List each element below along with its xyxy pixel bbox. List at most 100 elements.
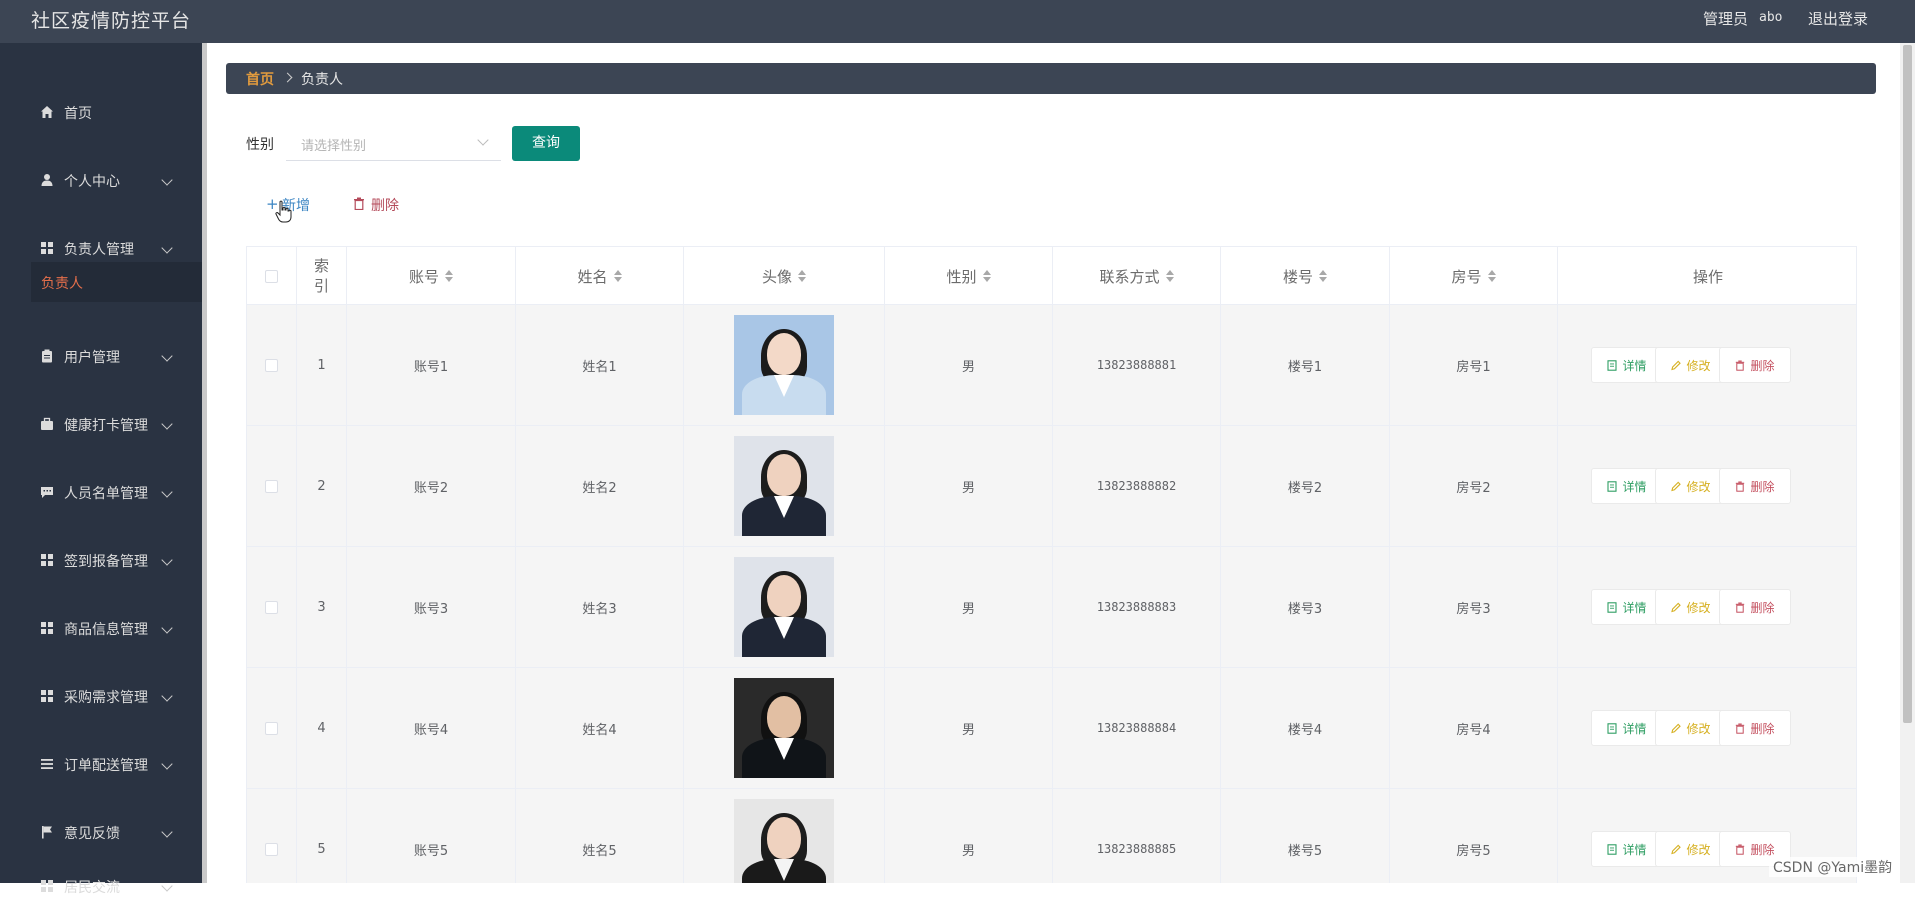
header-name[interactable]: 姓名 [516,247,684,305]
avatar-cell [684,547,885,667]
delete-button[interactable]: 删除 [1719,589,1791,625]
detail-button[interactable]: 详情 [1591,589,1663,625]
row-actions: 详情 修改 删除 [1558,668,1856,788]
edit-button[interactable]: 修改 [1655,468,1727,504]
detail-button[interactable]: 详情 [1591,831,1663,867]
row-checkbox[interactable] [265,600,278,614]
cell-account-text: 账号3 [413,601,449,617]
logout-link[interactable]: 退出登录 [1808,8,1868,29]
home-icon [41,106,53,118]
avatar-part [767,333,801,375]
sidebar-item-label: 居民交流 [64,880,120,896]
header-room[interactable]: 房号 [1390,247,1558,305]
avatar-cell [684,789,885,883]
row-checkbox[interactable] [265,842,278,856]
sidebar-subitem-manager[interactable]: 负责人 [31,262,202,302]
chevron-down-icon [161,350,173,362]
cell-phone-text: 13823888884 [1096,721,1177,735]
row-select-cell [247,547,297,667]
header-phone[interactable]: 联系方式 [1053,247,1221,305]
header-building[interactable]: 楼号 [1221,247,1390,305]
chevron-down-icon [161,418,173,430]
cell-phone-text: 13823888883 [1096,600,1177,614]
header-account[interactable]: 账号 [347,247,516,305]
chevron-down-icon [161,486,173,498]
sidebar-item-community[interactable]: 居民交流 [0,866,202,906]
header-name-label: 姓名 [577,267,608,286]
table-header: 索 引 账号 姓名 头像 性别 联系方式 楼号 房号 操作 [247,246,1856,305]
sort-icon[interactable] [613,270,622,282]
cell-room: 房号1 [1390,305,1558,425]
cell-phone: 13823888885 [1053,789,1221,883]
batch-delete-button[interactable]: 删除 [353,192,413,216]
delete-button[interactable]: 删除 [1719,468,1791,504]
table-row: 3 账号3 姓名3 男 13823888883 楼号3 房号3 详情 修改 删除 [247,547,1856,668]
chevron-down-icon [161,242,173,254]
header-index-line1: 索 [313,257,329,275]
trash-icon [1736,844,1745,855]
sort-icon[interactable] [445,270,453,282]
delete-button[interactable]: 删除 [1719,710,1791,746]
scrollbar-thumb[interactable] [1903,45,1912,723]
edit-button[interactable]: 修改 [1655,710,1727,746]
cell-gender-text: 男 [961,843,975,859]
detail-button[interactable]: 详情 [1591,468,1663,504]
edit-button[interactable]: 修改 [1655,589,1727,625]
header-gender[interactable]: 性别 [885,247,1053,305]
cell-gender: 男 [885,668,1053,788]
sidebar-item-user-admin[interactable]: 用户管理 [0,336,202,376]
sort-icon[interactable] [1165,270,1174,282]
edit-button[interactable]: 修改 [1655,347,1727,383]
sort-icon[interactable] [1487,270,1496,282]
cell-account: 账号2 [347,426,516,546]
chevron-down-icon [161,758,173,770]
query-button[interactable]: 查询 [512,126,580,161]
cell-building: 楼号1 [1221,305,1390,425]
sidebar-item-home[interactable]: 首页 [0,92,202,132]
sidebar-item-health-checkin[interactable]: 健康打卡管理 [0,404,202,444]
avatar-part [767,696,801,738]
row-checkbox[interactable] [265,721,278,735]
sort-icon[interactable] [1319,270,1327,282]
avatar-cell [684,668,885,788]
sidebar-item-products[interactable]: 商品信息管理 [0,608,202,648]
delete-button[interactable]: 删除 [1719,347,1791,383]
header-building-label: 楼号 [1282,267,1313,286]
cell-building: 楼号3 [1221,547,1390,667]
sidebar-item-delivery[interactable]: 订单配送管理 [0,744,202,784]
detail-button[interactable]: 详情 [1591,347,1663,383]
cell-building-text: 楼号2 [1287,480,1323,496]
breadcrumb-home[interactable]: 首页 [246,69,274,89]
watermark: CSDN @Yami墨韵 [1769,857,1897,877]
sidebar: 首页 个人中心 负责人管理 负责人 用户管理 健康打卡管理 人员名单管理 签到报… [0,43,202,896]
edit-button[interactable]: 修改 [1655,831,1727,867]
header-avatar[interactable]: 头像 [684,247,885,305]
sidebar-item-feedback[interactable]: 意见反馈 [0,812,202,852]
row-select-cell [247,426,297,546]
pencil-icon [1671,360,1682,370]
select-all-checkbox[interactable] [265,269,278,283]
avatar [734,799,834,883]
row-actions: 详情 修改 删除 [1558,426,1856,546]
sidebar-item-purchase[interactable]: 采购需求管理 [0,676,202,716]
sidebar-item-signin-report[interactable]: 签到报备管理 [0,540,202,580]
sidebar-item-roster[interactable]: 人员名单管理 [0,472,202,512]
cell-index: 4 [297,668,347,788]
document-icon [1607,843,1618,855]
gender-select[interactable]: 请选择性别 [286,125,501,161]
header-phone-label: 联系方式 [1099,267,1160,286]
sidebar-item-label: 订单配送管理 [64,758,148,774]
chevron-down-icon [161,826,173,838]
app-title: 社区疫情防控平台 [31,10,192,32]
detail-button[interactable]: 详情 [1591,710,1663,746]
cell-phone: 13823888881 [1053,305,1221,425]
cell-phone-text: 13823888885 [1096,842,1177,856]
row-checkbox[interactable] [265,479,278,493]
sort-icon[interactable] [982,270,991,282]
cell-index: 3 [297,547,347,667]
sidebar-item-profile[interactable]: 个人中心 [0,160,202,200]
row-checkbox[interactable] [265,358,278,372]
sort-icon[interactable] [798,270,806,282]
cell-index-text: 2 [317,478,326,494]
avatar-cell [684,305,885,425]
